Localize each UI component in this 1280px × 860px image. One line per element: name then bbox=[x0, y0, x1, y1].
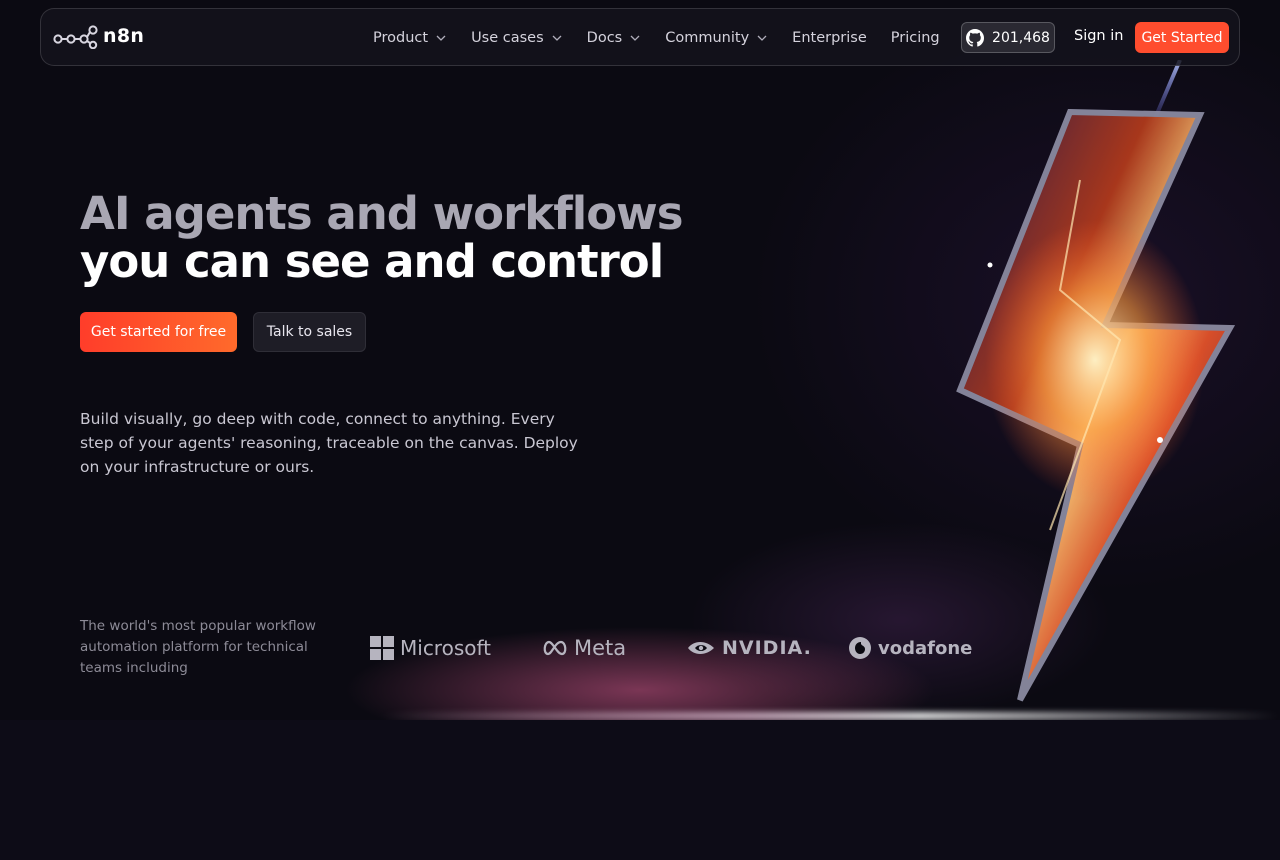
nav-link-community[interactable]: Community bbox=[665, 30, 768, 46]
hero-title-line1: AI agents and workflows bbox=[80, 187, 683, 240]
chevron-down-icon bbox=[552, 35, 562, 41]
trust-statement: The world's most popular workflow automa… bbox=[80, 618, 316, 676]
hero-description: Build visually, go deep with code, conne… bbox=[80, 410, 578, 476]
hero-title-line2: you can see and control bbox=[80, 235, 664, 288]
nav-link-use-cases[interactable]: Use cases bbox=[471, 30, 563, 46]
nav-link-docs[interactable]: Docs bbox=[587, 30, 642, 46]
nav-link-product[interactable]: Product bbox=[373, 30, 447, 46]
chevron-down-icon bbox=[757, 35, 767, 41]
vodafone-icon bbox=[849, 637, 871, 659]
logo-text: n8n bbox=[103, 25, 145, 47]
get-started-free-button[interactable]: Get started for free bbox=[80, 312, 237, 352]
chevron-down-icon bbox=[436, 35, 446, 41]
bottom-band bbox=[0, 720, 1280, 860]
nav-links: Product Use cases Docs Community Enterpr… bbox=[373, 9, 964, 67]
microsoft-logo: Microsoft bbox=[370, 630, 491, 666]
n8n-logo[interactable]: n8n bbox=[53, 23, 144, 49]
microsoft-icon bbox=[370, 636, 394, 660]
github-icon bbox=[966, 28, 985, 47]
lightning-bolt-illustration bbox=[956, 60, 1236, 702]
github-stars-button[interactable]: 201,468 bbox=[961, 22, 1055, 53]
sign-in-link[interactable]: Sign in bbox=[1074, 28, 1123, 44]
talk-to-sales-button[interactable]: Talk to sales bbox=[253, 312, 366, 352]
nvidia-eye-icon bbox=[688, 642, 714, 654]
vodafone-logo: vodafone bbox=[848, 630, 972, 666]
github-stars-count: 201,468 bbox=[992, 29, 1050, 46]
meta-logo: Meta bbox=[542, 630, 626, 666]
hero-title: AI agents and workflows you can see and … bbox=[80, 190, 683, 286]
nav-link-pricing[interactable]: Pricing bbox=[891, 30, 940, 46]
get-started-button[interactable]: Get Started bbox=[1135, 22, 1229, 53]
meta-infinity-icon bbox=[543, 640, 567, 656]
nav-link-enterprise[interactable]: Enterprise bbox=[792, 30, 867, 46]
top-navbar: n8n Product Use cases Docs Community Ent… bbox=[40, 8, 1240, 66]
chevron-down-icon bbox=[630, 35, 640, 41]
nvidia-logo: NVIDIA. bbox=[686, 630, 812, 666]
n8n-logo-icon bbox=[53, 25, 98, 49]
